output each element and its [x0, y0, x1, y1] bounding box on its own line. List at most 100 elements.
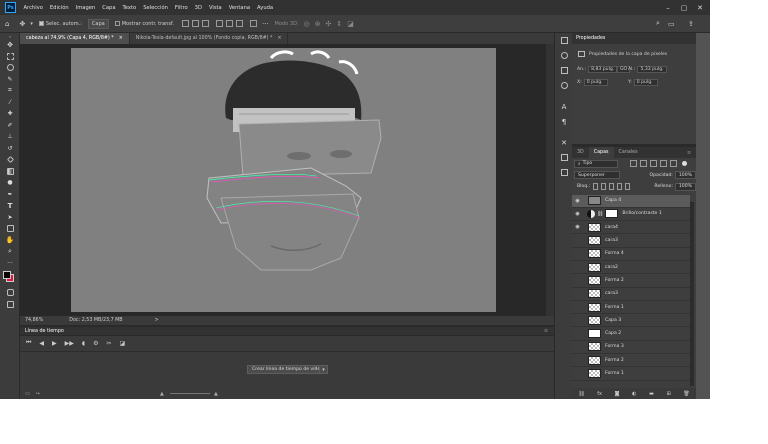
brush-settings-icon[interactable]: [555, 48, 573, 63]
adjustment-layer-icon[interactable]: ◐: [632, 391, 636, 397]
close-tab-icon[interactable]: ×: [277, 36, 281, 41]
visibility-eye-icon[interactable]: ◉: [572, 198, 583, 204]
workspace-icon[interactable]: ▭: [668, 20, 675, 28]
rectangle-tool-icon[interactable]: [0, 223, 20, 235]
menu-vista[interactable]: Vista: [205, 5, 225, 11]
search-icon[interactable]: ⌕: [656, 19, 660, 28]
layer-filter-dropdown[interactable]: ⌕ Tipo: [574, 159, 618, 168]
layers-menu-icon[interactable]: ≡: [687, 151, 691, 156]
align-middle-icon[interactable]: [225, 20, 233, 27]
filter-adjustment-icon[interactable]: [640, 160, 647, 168]
maximize-button[interactable]: ▢: [677, 0, 691, 15]
brush-tool-icon[interactable]: ✐: [0, 120, 20, 132]
zoom-out-mountain-icon[interactable]: ▲: [160, 391, 164, 397]
eyedropper-tool-icon[interactable]: ⁄: [0, 97, 20, 109]
tab-capas[interactable]: Capas: [588, 147, 614, 158]
home-icon[interactable]: ⌂: [5, 20, 9, 28]
quick-select-tool-icon[interactable]: ✎: [0, 74, 20, 86]
filter-toggle-icon[interactable]: [682, 161, 687, 167]
lock-artboard-icon[interactable]: [617, 183, 623, 191]
more-tools-icon[interactable]: ···: [0, 258, 20, 270]
character-panel-icon[interactable]: A: [555, 99, 573, 114]
history-brush-tool-icon[interactable]: ↺: [0, 143, 20, 155]
timeline-zoom-slider[interactable]: [170, 393, 210, 394]
transition-icon[interactable]: ◪: [119, 340, 125, 347]
x-field[interactable]: 0 pulg.: [583, 79, 608, 86]
share-icon[interactable]: ⇪: [688, 20, 694, 28]
link-layers-icon[interactable]: ⛓: [578, 391, 584, 397]
hand-tool-icon[interactable]: ✋: [0, 235, 20, 247]
align-left-icon[interactable]: [181, 20, 189, 27]
align-bottom-icon[interactable]: [235, 20, 243, 27]
status-menu-arrow-icon[interactable]: >: [155, 318, 159, 323]
drag-3d-icon[interactable]: ✣: [326, 20, 332, 28]
render-icon[interactable]: ↪: [36, 391, 40, 397]
minimize-button[interactable]: –: [661, 0, 675, 15]
tab-3d[interactable]: 3D: [572, 147, 589, 158]
lock-position-icon[interactable]: [609, 183, 615, 191]
path-selection-tool-icon[interactable]: ➤: [0, 212, 20, 224]
gradient-tool-icon[interactable]: [0, 166, 20, 178]
split-icon[interactable]: ✂: [106, 340, 111, 347]
first-frame-icon[interactable]: ⏮: [26, 339, 31, 347]
lock-all-icon[interactable]: [625, 183, 631, 191]
zoom-level[interactable]: 74,86%: [25, 318, 43, 323]
eraser-tool-icon[interactable]: [0, 154, 20, 166]
document-canvas[interactable]: [71, 48, 496, 312]
paragraph-panel-icon[interactable]: ¶: [555, 114, 573, 129]
layer-row[interactable]: Forma 1: [572, 367, 690, 381]
tool-preset-chevron-icon[interactable]: ▾: [30, 21, 33, 27]
menu-imagen[interactable]: Imagen: [72, 5, 99, 11]
filter-shape-icon[interactable]: [660, 160, 667, 168]
move-tool-icon[interactable]: ✥: [0, 39, 20, 51]
delete-layer-icon[interactable]: 🗑: [683, 391, 689, 397]
filter-type-icon[interactable]: [650, 160, 657, 168]
type-tool-icon[interactable]: T: [0, 200, 20, 212]
pen-tool-icon[interactable]: ✒: [0, 189, 20, 201]
align-center-icon[interactable]: [191, 20, 199, 27]
lock-pixels-icon[interactable]: [601, 183, 607, 191]
lasso-tool-icon[interactable]: [0, 62, 20, 74]
roll-3d-icon[interactable]: ⊛: [315, 20, 321, 28]
tools-panel-icon[interactable]: ✕: [555, 135, 573, 150]
next-frame-icon[interactable]: ▶▶: [65, 340, 74, 347]
new-group-icon[interactable]: ▬: [649, 391, 654, 397]
canvas-vertical-scrollbar[interactable]: [546, 44, 554, 316]
quick-mask-icon[interactable]: [0, 287, 20, 299]
zoom-in-mountain-icon[interactable]: ▲: [214, 391, 218, 397]
create-video-timeline-button[interactable]: Crear línea de tiempo de vídeo: [247, 365, 329, 374]
blend-mode-dropdown[interactable]: Superponer: [574, 171, 620, 180]
layer-row[interactable]: cara3: [572, 288, 690, 301]
close-tab-icon[interactable]: ×: [119, 36, 123, 41]
zoom-tool-icon[interactable]: ⌕: [0, 246, 20, 258]
convert-icon[interactable]: ▭: [25, 391, 30, 397]
menu-seleccion[interactable]: Selección: [140, 5, 172, 11]
slide-3d-icon[interactable]: ⇕: [336, 20, 342, 28]
layer-row[interactable]: Forma 1: [572, 301, 690, 315]
auto-select-dropdown[interactable]: Capa: [87, 18, 109, 29]
filter-smart-object-icon[interactable]: [670, 160, 677, 168]
close-button[interactable]: ✕: [693, 0, 707, 15]
filter-pixel-icon[interactable]: [630, 160, 637, 168]
layer-style-icon[interactable]: fx: [597, 391, 602, 397]
fill-field[interactable]: 100%: [674, 182, 697, 191]
layer-row[interactable]: Capa 2: [572, 327, 690, 341]
layer-row[interactable]: Forma 4: [572, 248, 690, 261]
height-field[interactable]: 5,33 pulg.: [637, 66, 667, 73]
menu-edicion[interactable]: Edición: [46, 5, 72, 11]
history-panel-icon[interactable]: [555, 33, 573, 48]
layer-row[interactable]: Forma 2: [572, 354, 690, 368]
layer-row[interactable]: Forma 3: [572, 341, 690, 355]
add-mask-icon[interactable]: ◙: [615, 391, 620, 397]
layer-row[interactable]: ◉ Capa 4: [572, 194, 690, 208]
lock-transparent-icon[interactable]: [593, 183, 599, 191]
show-transform-checkbox[interactable]: Mostrar contr. transf.: [114, 21, 174, 27]
layer-row[interactable]: cara2: [572, 261, 690, 275]
menu-ayuda[interactable]: Ayuda: [254, 5, 277, 11]
align-top-icon[interactable]: [215, 20, 223, 27]
people-icon[interactable]: [555, 78, 573, 93]
opacity-field[interactable]: 100%: [674, 171, 696, 180]
marquee-tool-icon[interactable]: [0, 51, 20, 63]
y-field[interactable]: 0 pulg.: [633, 79, 658, 86]
visibility-eye-icon[interactable]: ◉: [572, 211, 583, 217]
